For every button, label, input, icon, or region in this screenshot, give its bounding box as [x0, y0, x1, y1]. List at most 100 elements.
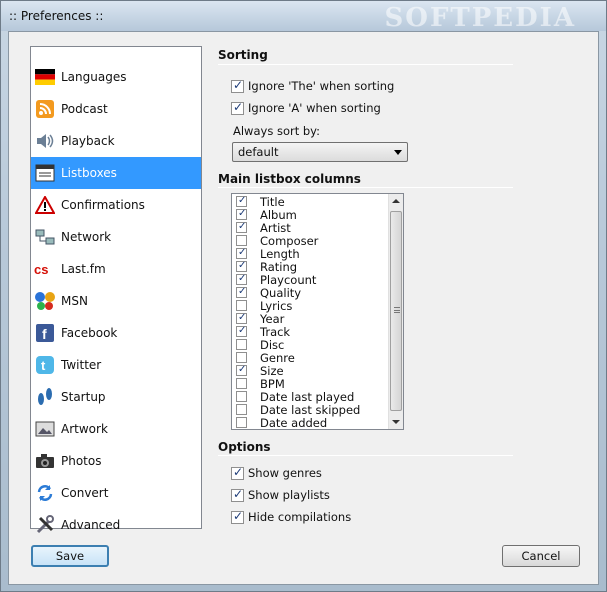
column-option-lyrics[interactable]: Lyrics [236, 299, 292, 313]
sidebar-item-label: Last.fm [61, 262, 106, 276]
scroll-thumb[interactable] [390, 211, 402, 411]
column-checkbox[interactable] [236, 325, 247, 337]
sidebar-item-photos[interactable]: Photos [31, 445, 201, 477]
column-checkbox[interactable] [236, 404, 247, 415]
column-option-date-last-skipped[interactable]: Date last skipped [236, 402, 361, 417]
svg-text:cs: cs [34, 262, 48, 276]
sidebar-item-podcast[interactable]: Podcast [31, 93, 201, 125]
columns-listbox[interactable]: TitleAlbumArtistComposerLengthRatingPlay… [231, 193, 404, 430]
column-option-artist[interactable]: Artist [236, 220, 291, 235]
column-checkbox[interactable] [236, 221, 247, 233]
column-checkbox[interactable] [236, 378, 247, 389]
column-checkbox[interactable] [236, 417, 247, 428]
scroll-up-arrow-icon[interactable] [392, 199, 400, 203]
column-option-genre[interactable]: Genre [236, 351, 295, 365]
sidebar-item-listboxes[interactable]: Listboxes [31, 157, 201, 189]
hide-compilations-label: Hide compilations [248, 510, 352, 524]
sidebar-item-advanced[interactable]: Advanced [31, 509, 201, 541]
column-option-date-last-played[interactable]: Date last played [236, 389, 355, 404]
column-label: Size [260, 363, 284, 378]
sidebar-item-msn[interactable]: MSN [31, 285, 201, 317]
column-checkbox[interactable] [236, 208, 247, 220]
column-label: Date last played [260, 389, 355, 404]
column-checkbox[interactable] [236, 273, 247, 285]
sidebar-item-convert[interactable]: Convert [31, 477, 201, 509]
ignore-the-option[interactable]: Ignore 'The' when sorting [231, 78, 395, 93]
svg-text:t: t [41, 358, 46, 373]
column-option-playcount[interactable]: Playcount [236, 273, 316, 287]
sidebar-item-startup[interactable]: Startup [31, 381, 201, 413]
title-bar[interactable]: :: Preferences :: SOFTPEDIA [1, 1, 606, 33]
sidebar-item-label: Network [61, 230, 112, 244]
warning-icon [34, 194, 56, 216]
column-checkbox[interactable] [236, 339, 247, 350]
sidebar-item-label: Facebook [61, 326, 118, 340]
facebook-icon: f [34, 322, 56, 344]
column-label: Date last skipped [260, 402, 361, 417]
show-genres-option[interactable]: Show genres [231, 465, 322, 480]
column-option-year[interactable]: Year [236, 312, 284, 326]
column-checkbox[interactable] [236, 260, 247, 272]
sidebar-item-last-fm[interactable]: cs Last.fm [31, 253, 201, 285]
convert-icon [34, 482, 56, 504]
column-option-composer[interactable]: Composer [236, 233, 319, 248]
column-checkbox[interactable] [236, 364, 247, 376]
show-playlists-checkbox[interactable] [231, 487, 244, 502]
column-checkbox[interactable] [236, 286, 247, 298]
ignore-a-option[interactable]: Ignore 'A' when sorting [231, 100, 381, 115]
hide-compilations-checkbox[interactable] [231, 509, 244, 524]
ignore-the-checkbox[interactable] [231, 78, 244, 93]
ignore-the-label: Ignore 'The' when sorting [248, 79, 395, 93]
options-divider [218, 455, 513, 456]
sidebar-item-twitter[interactable]: t Twitter [31, 349, 201, 381]
scroll-down-arrow-icon[interactable] [392, 420, 400, 424]
preferences-window: :: Preferences :: SOFTPEDIA Languages Pod… [0, 0, 607, 592]
column-option-bpm[interactable]: BPM [236, 377, 285, 391]
sidebar-item-languages[interactable]: Languages [31, 61, 201, 93]
show-genres-checkbox[interactable] [231, 465, 244, 480]
column-option-disc[interactable]: Disc [236, 338, 284, 352]
show-playlists-option[interactable]: Show playlists [231, 487, 330, 502]
sidebar-item-label: MSN [61, 294, 88, 308]
ignore-a-checkbox[interactable] [231, 100, 244, 115]
svg-text:f: f [42, 326, 47, 342]
watermark: SOFTPEDIA [384, 3, 576, 33]
column-option-rating[interactable]: Rating [236, 260, 297, 274]
sidebar-item-label: Photos [61, 454, 102, 468]
column-checkbox[interactable] [236, 312, 247, 324]
sidebar-item-artwork[interactable]: Artwork [31, 413, 201, 445]
columns-divider [218, 187, 513, 188]
sidebar-item-network[interactable]: Network [31, 221, 201, 253]
columns-scrollbar[interactable] [388, 194, 403, 429]
column-label: Artist [260, 220, 291, 235]
column-option-quality[interactable]: Quality [236, 286, 301, 300]
window-title: :: Preferences :: [9, 9, 104, 23]
column-checkbox[interactable] [236, 195, 247, 207]
column-checkbox[interactable] [236, 391, 247, 402]
save-button[interactable]: Save [31, 545, 109, 567]
camera-icon [34, 450, 56, 472]
sidebar-item-playback[interactable]: Playback [31, 125, 201, 157]
column-checkbox[interactable] [236, 352, 247, 363]
column-option-date-added[interactable]: Date added [236, 416, 327, 429]
show-genres-label: Show genres [248, 466, 322, 480]
column-option-track[interactable]: Track [236, 325, 290, 339]
sort-by-dropdown[interactable]: default [232, 142, 408, 162]
column-option-album[interactable]: Album [236, 208, 297, 222]
category-list[interactable]: Languages Podcast Playback Listboxes Confirm… [30, 46, 202, 534]
column-checkbox[interactable] [236, 300, 247, 311]
column-option-length[interactable]: Length [236, 247, 300, 261]
column-option-size[interactable]: Size [236, 363, 284, 378]
column-checkbox[interactable] [236, 247, 247, 259]
column-option-title[interactable]: Title [236, 194, 285, 209]
sidebar-item-confirmations[interactable]: Confirmations [31, 189, 201, 221]
sidebar-item-facebook[interactable]: f Facebook [31, 317, 201, 349]
listbox-icon [34, 162, 56, 184]
column-checkbox[interactable] [236, 235, 247, 246]
column-label: Composer [260, 233, 319, 248]
hide-compilations-option[interactable]: Hide compilations [231, 509, 352, 524]
column-label: Title [260, 194, 285, 209]
cancel-button[interactable]: Cancel [502, 545, 580, 567]
network-icon [34, 226, 56, 248]
speaker-icon [34, 130, 56, 152]
